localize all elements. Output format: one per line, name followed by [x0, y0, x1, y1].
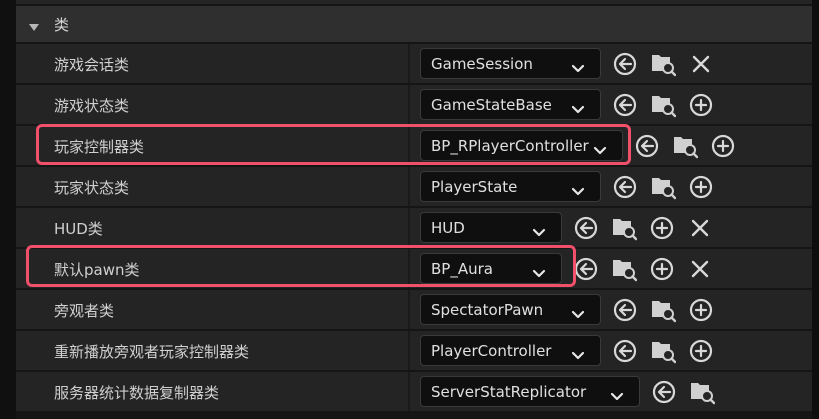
property-row-hud: HUD类 HUD: [16, 208, 812, 247]
column-splitter[interactable]: [408, 44, 410, 83]
use-selected-icon[interactable]: [612, 297, 638, 323]
details-panel: 类 游戏会话类 GameSession 游戏状态类 GameStateBase: [0, 0, 819, 419]
chevron-down-icon: [571, 346, 585, 360]
browse-asset-icon[interactable]: [650, 297, 676, 323]
combo-value: PlayerController: [431, 342, 552, 360]
property-label: 重新播放旁观者玩家控制器类: [54, 343, 250, 361]
combo-value: GameSession: [431, 55, 533, 73]
chevron-down-icon: [610, 387, 624, 401]
add-new-icon[interactable]: [688, 297, 714, 323]
browse-asset-icon[interactable]: [650, 92, 676, 118]
browse-asset-icon[interactable]: [611, 256, 637, 282]
property-row-replay-spectator-controller: 重新播放旁观者玩家控制器类 PlayerController: [16, 331, 812, 370]
chevron-down-icon[interactable]: [28, 18, 40, 31]
clear-icon[interactable]: [688, 51, 714, 77]
add-new-icon[interactable]: [649, 256, 675, 282]
property-label: HUD类: [54, 220, 103, 238]
property-label: 默认pawn类: [54, 261, 140, 279]
section-title: 类: [54, 16, 70, 34]
column-splitter[interactable]: [408, 85, 410, 124]
class-combo-box[interactable]: GameSession: [420, 48, 601, 79]
combo-value: BP_RPlayerController: [431, 137, 589, 155]
browse-asset-icon[interactable]: [672, 133, 698, 159]
column-splitter[interactable]: [408, 126, 410, 165]
chevron-down-icon: [571, 100, 585, 114]
use-selected-icon[interactable]: [634, 133, 660, 159]
column-splitter[interactable]: [408, 167, 410, 206]
top-divider: [16, 0, 812, 4]
class-combo-box[interactable]: HUD: [420, 212, 562, 243]
use-selected-icon[interactable]: [651, 379, 677, 405]
column-splitter[interactable]: [408, 249, 410, 288]
clear-icon[interactable]: [687, 215, 713, 241]
chevron-down-icon: [571, 305, 585, 319]
use-selected-icon[interactable]: [612, 174, 638, 200]
property-row-player-state: 玩家状态类 PlayerState: [16, 167, 812, 206]
browse-asset-icon[interactable]: [611, 215, 637, 241]
property-row-game-session: 游戏会话类 GameSession: [16, 44, 812, 83]
property-label: 服务器统计数据复制器类: [54, 384, 220, 402]
property-label: 玩家状态类: [54, 179, 130, 197]
property-row-spectator: 旁观者类 SpectatorPawn: [16, 290, 812, 329]
property-row-player-controller: 玩家控制器类 BP_RPlayerController: [16, 126, 812, 165]
column-splitter[interactable]: [408, 331, 410, 370]
combo-value: GameStateBase: [431, 96, 552, 114]
scrollbar-track[interactable]: [812, 0, 819, 419]
property-label: 游戏状态类: [54, 97, 130, 115]
use-selected-icon[interactable]: [612, 92, 638, 118]
chevron-down-icon: [593, 141, 607, 155]
property-row-server-stat-replicator: 服务器统计数据复制器类 ServerStatReplicator: [16, 372, 812, 411]
chevron-down-icon: [571, 182, 585, 196]
class-combo-box[interactable]: SpectatorPawn: [420, 294, 601, 325]
use-selected-icon[interactable]: [612, 338, 638, 364]
class-combo-box[interactable]: PlayerState: [420, 171, 601, 202]
class-combo-box[interactable]: BP_RPlayerController: [420, 130, 623, 161]
add-new-icon[interactable]: [688, 92, 714, 118]
property-label: 旁观者类: [54, 302, 115, 320]
use-selected-icon[interactable]: [573, 215, 599, 241]
column-splitter[interactable]: [408, 208, 410, 247]
property-label: 玩家控制器类: [54, 138, 145, 156]
chevron-down-icon: [571, 59, 585, 73]
class-combo-box[interactable]: BP_Aura: [420, 253, 562, 284]
browse-asset-icon[interactable]: [650, 51, 676, 77]
add-new-icon[interactable]: [688, 174, 714, 200]
column-splitter[interactable]: [408, 372, 410, 411]
add-new-icon[interactable]: [649, 215, 675, 241]
add-new-icon[interactable]: [710, 133, 736, 159]
use-selected-icon[interactable]: [573, 256, 599, 282]
clear-icon[interactable]: [687, 256, 713, 282]
browse-asset-icon[interactable]: [650, 174, 676, 200]
class-combo-box[interactable]: ServerStatReplicator: [420, 376, 640, 407]
use-selected-icon[interactable]: [612, 51, 638, 77]
section-header-classes[interactable]: 类: [16, 6, 812, 42]
browse-asset-icon[interactable]: [689, 379, 715, 405]
left-gutter: [0, 0, 16, 419]
column-splitter[interactable]: [408, 290, 410, 329]
combo-value: BP_Aura: [431, 260, 493, 278]
combo-value: ServerStatReplicator: [431, 383, 587, 401]
property-row-game-state: 游戏状态类 GameStateBase: [16, 85, 812, 124]
combo-value: HUD: [431, 219, 465, 237]
property-row-default-pawn: 默认pawn类 BP_Aura: [16, 249, 812, 288]
browse-asset-icon[interactable]: [650, 338, 676, 364]
chevron-down-icon: [532, 264, 546, 278]
class-combo-box[interactable]: GameStateBase: [420, 89, 601, 120]
chevron-down-icon: [532, 223, 546, 237]
combo-value: SpectatorPawn: [431, 301, 544, 319]
class-combo-box[interactable]: PlayerController: [420, 335, 601, 366]
combo-value: PlayerState: [431, 178, 518, 196]
add-new-icon[interactable]: [688, 338, 714, 364]
property-label: 游戏会话类: [54, 56, 130, 74]
